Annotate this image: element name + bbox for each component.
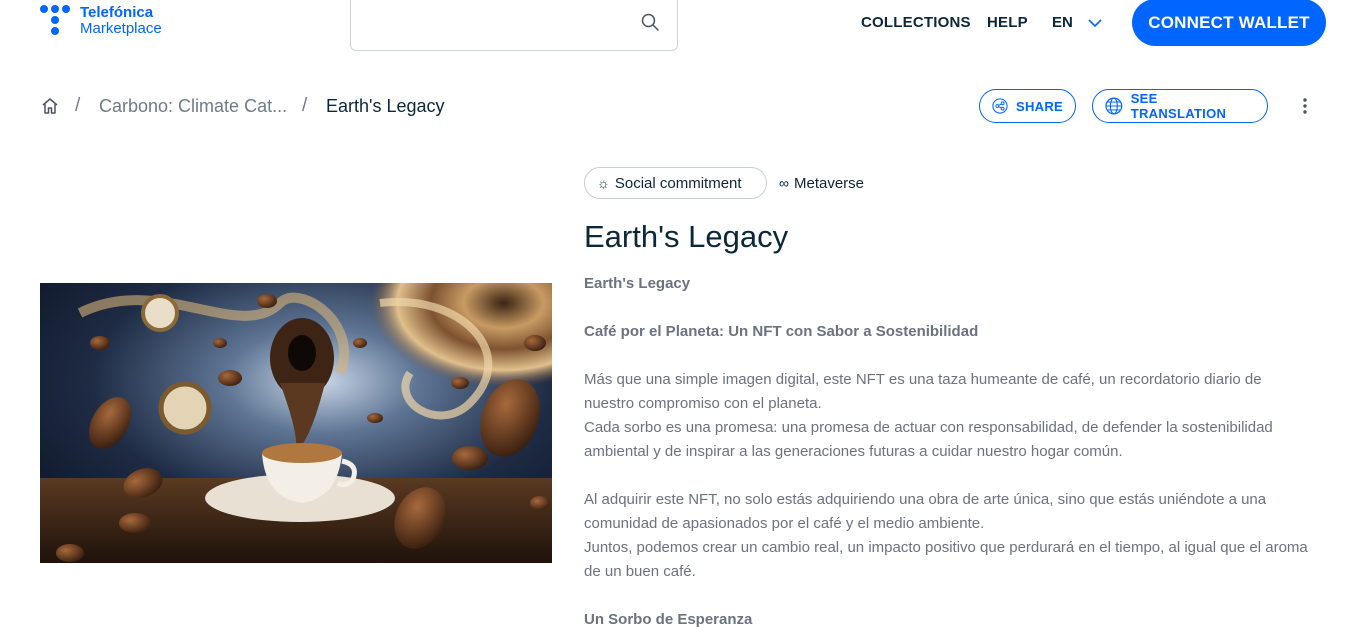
language-label: EN — [1052, 14, 1073, 31]
connect-wallet-button[interactable]: CONNECT WALLET — [1132, 0, 1326, 46]
see-translation-button[interactable]: SEE TRANSLATION — [1092, 89, 1268, 123]
logo-wordmark: Telefónica Marketplace — [80, 5, 162, 37]
description-paragraph: Cada sorbo es una promesa: una promesa d… — [584, 419, 1273, 460]
tag-label: Social commitment — [614, 174, 742, 192]
description-heading: Earth's Legacy — [584, 275, 691, 292]
breadcrumb-collection[interactable]: Carbono: Climate Cat... — [99, 96, 287, 117]
share-label: SHARE — [1015, 98, 1063, 114]
sun-icon: ☼ — [597, 175, 610, 191]
search-input[interactable] — [350, 0, 678, 51]
telefonica-logo[interactable]: Telefónica Marketplace — [40, 5, 162, 39]
infinity-icon: ∞ — [779, 175, 789, 191]
nft-artwork-image[interactable] — [40, 283, 552, 563]
description-heading: Un Sorbo de Esperanza — [584, 611, 753, 627]
breadcrumb-separator: / — [75, 95, 81, 116]
logo-mark-icon — [40, 5, 72, 39]
chevron-down-icon — [1088, 18, 1102, 27]
more-options-icon[interactable] — [1298, 96, 1312, 116]
nav-collections[interactable]: COLLECTIONS — [861, 14, 971, 31]
breadcrumb-current: Earth's Legacy — [326, 96, 445, 116]
description-paragraph: Al adquirir este NFT, no solo estás adqu… — [584, 491, 1267, 532]
share-button[interactable]: SHARE — [979, 89, 1076, 123]
description-paragraph: Más que una simple imagen digital, este … — [584, 371, 1262, 412]
search-icon[interactable] — [640, 12, 660, 32]
tag-metaverse[interactable]: ∞ Metaverse — [779, 167, 864, 199]
home-icon[interactable] — [40, 96, 60, 116]
description-heading: Café por el Planeta: Un NFT con Sabor a … — [584, 323, 979, 340]
globe-icon — [1105, 97, 1123, 115]
breadcrumb-separator: / — [302, 95, 308, 116]
tag-social-commitment[interactable]: ☼ Social commitment — [584, 167, 767, 199]
see-translation-label: SEE TRANSLATION — [1130, 91, 1227, 121]
language-selector[interactable]: EN — [1052, 14, 1103, 31]
share-icon — [992, 98, 1008, 114]
item-description: Earth's Legacy Café por el Planeta: Un N… — [584, 272, 1314, 627]
tag-label: Metaverse — [793, 174, 865, 192]
brand-name: Telefónica — [80, 4, 154, 21]
nav-help[interactable]: HELP — [987, 14, 1028, 31]
brand-subtitle: Marketplace — [80, 20, 162, 37]
item-title: Earth's Legacy — [584, 219, 789, 254]
description-paragraph: Juntos, podemos crear un cambio real, un… — [584, 539, 1308, 580]
